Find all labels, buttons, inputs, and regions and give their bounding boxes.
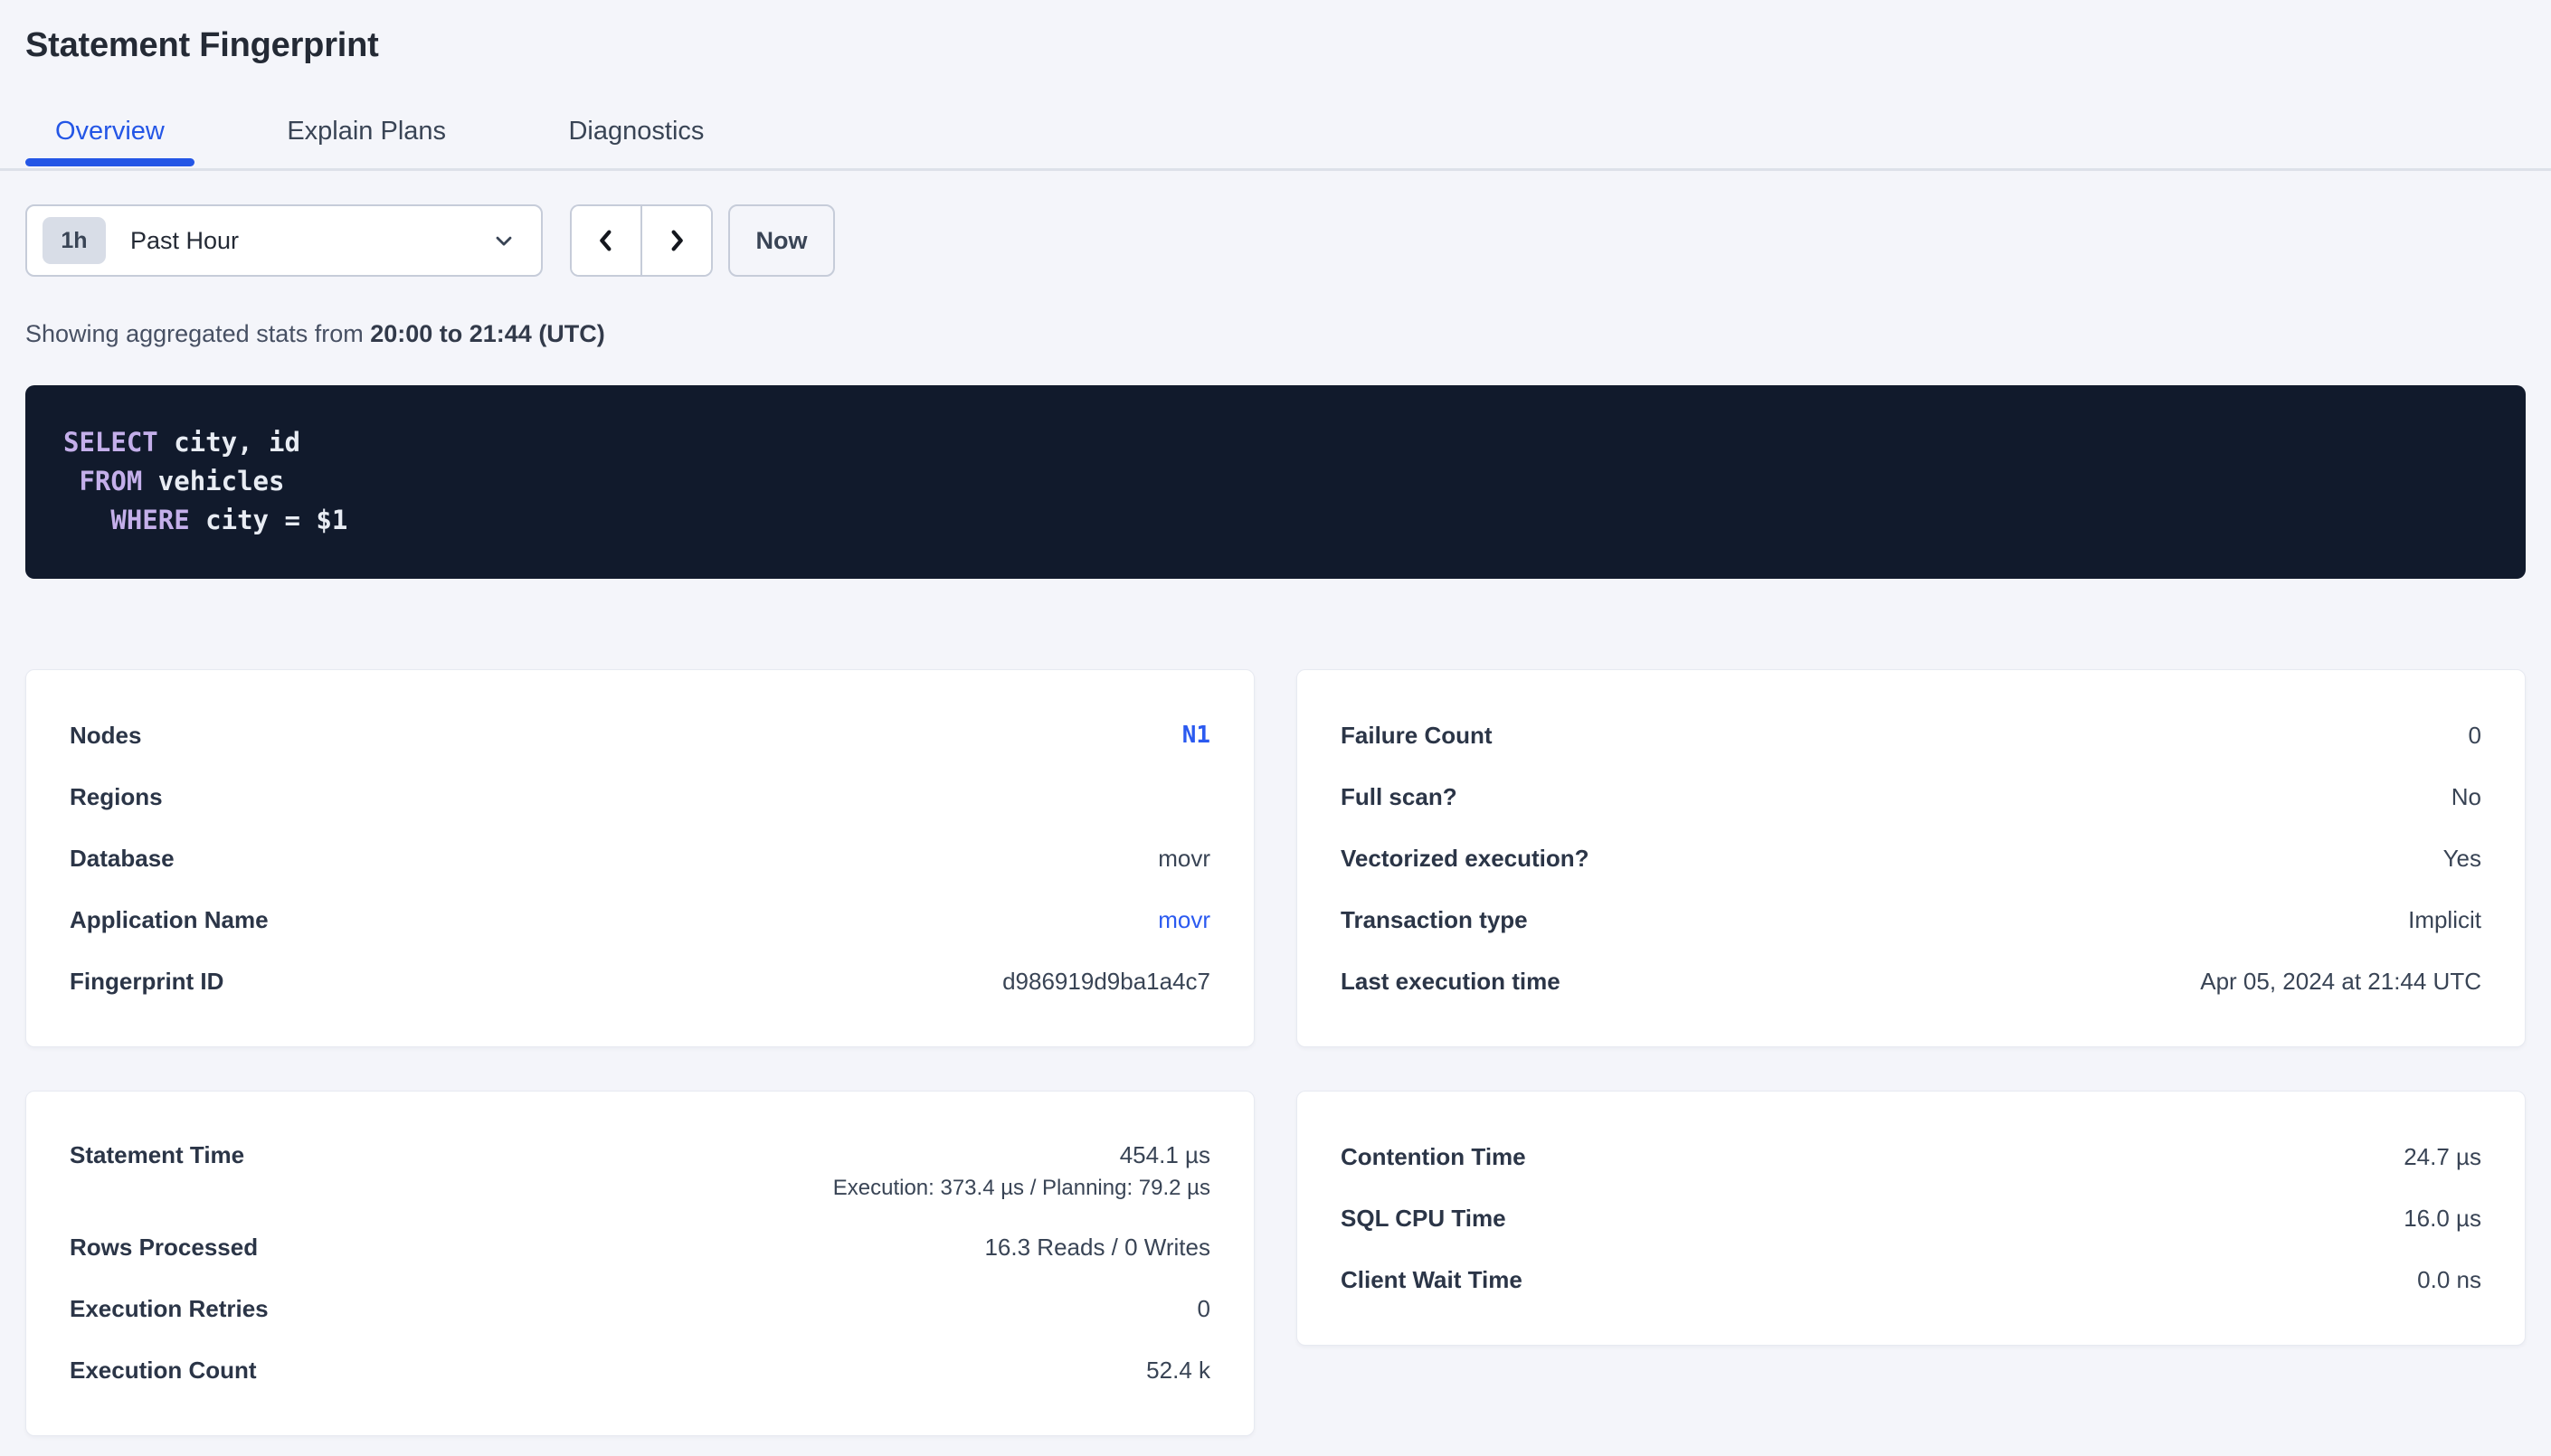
row-label: Full scan? — [1341, 783, 1457, 811]
row-label: Last execution time — [1341, 968, 1560, 996]
summary-row-failure-count: Failure Count 0 — [1341, 704, 2481, 766]
row-label: Fingerprint ID — [70, 968, 223, 996]
time-range-label: Past Hour — [130, 227, 239, 255]
row-label: Regions — [70, 783, 163, 811]
summary-row-execution-retries: Execution Retries 0 — [70, 1278, 1210, 1339]
aggregated-stats-prefix: Showing aggregated stats from — [25, 320, 370, 347]
tab-diagnostics[interactable]: Diagnostics — [538, 96, 734, 166]
row-label: Statement Time — [70, 1141, 244, 1169]
row-value: 0 — [1198, 1295, 1210, 1323]
row-label: Client Wait Time — [1341, 1266, 1522, 1294]
execution-attributes-card: Failure Count 0 Full scan? No Vectorized… — [1296, 669, 2526, 1047]
row-value: 52.4 k — [1146, 1357, 1210, 1385]
statement-details-card: Nodes N1 Regions Database movr Applicati… — [25, 669, 1255, 1047]
chevron-down-icon — [491, 228, 517, 253]
statement-time-breakdown: Execution: 373.4 µs / Planning: 79.2 µs — [70, 1176, 1210, 1201]
chevron-left-icon — [592, 226, 621, 255]
row-value: Implicit — [2408, 906, 2481, 934]
now-button[interactable]: Now — [728, 204, 835, 277]
row-value: Yes — [2443, 845, 2481, 873]
summary-row-statement-time: Statement Time 454.1 µs Execution: 373.4… — [70, 1126, 1210, 1216]
time-range-badge: 1h — [43, 217, 106, 264]
tab-overview-label: Overview — [55, 117, 165, 146]
row-label: Application Name — [70, 906, 269, 934]
row-value: 16.3 Reads / 0 Writes — [984, 1234, 1210, 1262]
summary-row-rows-processed: Rows Processed 16.3 Reads / 0 Writes — [70, 1216, 1210, 1278]
active-tab-underline — [25, 158, 194, 166]
row-label: Rows Processed — [70, 1234, 258, 1262]
tab-overview[interactable]: Overview — [25, 96, 194, 166]
row-label: Transaction type — [1341, 906, 1528, 934]
row-label: SQL CPU Time — [1341, 1205, 1506, 1233]
sql-line: FROM vehicles — [63, 462, 2488, 501]
row-value: 24.7 µs — [2404, 1143, 2481, 1171]
row-label: Nodes — [70, 722, 141, 750]
next-interval-button[interactable] — [642, 206, 711, 275]
summary-row-fingerprint-id: Fingerprint ID d986919d9ba1a4c7 — [70, 950, 1210, 1012]
row-label: Execution Retries — [70, 1295, 269, 1323]
time-step-buttons — [570, 204, 713, 277]
application-name-link[interactable]: movr — [1158, 906, 1210, 934]
summary-row-last-execution-time: Last execution time Apr 05, 2024 at 21:4… — [1341, 950, 2481, 1012]
previous-interval-button[interactable] — [572, 206, 642, 275]
sql-keyword: FROM — [79, 466, 142, 496]
summary-row-full-scan: Full scan? No — [1341, 766, 2481, 827]
chevron-right-icon — [662, 226, 691, 255]
summary-row-vectorized: Vectorized execution? Yes — [1341, 827, 2481, 889]
time-range-dropdown[interactable]: 1h Past Hour — [25, 204, 543, 277]
row-value: Apr 05, 2024 at 21:44 UTC — [2200, 968, 2481, 996]
tab-explain-plans[interactable]: Explain Plans — [257, 96, 476, 166]
summary-row-nodes: Nodes N1 — [70, 704, 1210, 766]
summary-cards-bottom: Statement Time 454.1 µs Execution: 373.4… — [25, 1091, 2526, 1436]
tab-diagnostics-label: Diagnostics — [568, 117, 704, 146]
row-label: Execution Count — [70, 1357, 257, 1385]
sql-line: WHERE city = $1 — [63, 501, 2488, 540]
page-title: Statement Fingerprint — [25, 0, 2526, 65]
sql-keyword: WHERE — [110, 505, 189, 535]
summary-row-execution-count: Execution Count 52.4 k — [70, 1339, 1210, 1401]
aggregated-stats-range: 20:00 to 21:44 (UTC) — [370, 320, 605, 347]
row-label: Database — [70, 845, 175, 873]
row-value: 16.0 µs — [2404, 1205, 2481, 1233]
tabs: Overview Explain Plans Diagnostics — [0, 96, 2551, 175]
nodes-link[interactable]: N1 — [1182, 722, 1210, 749]
row-label: Vectorized execution? — [1341, 845, 1589, 873]
summary-row-sql-cpu-time: SQL CPU Time 16.0 µs — [1341, 1187, 2481, 1249]
summary-row-regions: Regions — [70, 766, 1210, 827]
tab-explain-plans-label: Explain Plans — [287, 117, 446, 146]
row-value: 0 — [2469, 722, 2481, 750]
row-value: 0.0 ns — [2417, 1266, 2481, 1294]
row-value: movr — [1158, 845, 1210, 873]
wait-time-stats-card: Contention Time 24.7 µs SQL CPU Time 16.… — [1296, 1091, 2526, 1346]
summary-row-application-name: Application Name movr — [70, 889, 1210, 950]
summary-row-client-wait-time: Client Wait Time 0.0 ns — [1341, 1249, 2481, 1310]
summary-row-database: Database movr — [70, 827, 1210, 889]
row-value: No — [2451, 783, 2481, 811]
time-picker-row: 1h Past Hour — [25, 204, 2526, 277]
summary-row-contention-time: Contention Time 24.7 µs — [1341, 1126, 2481, 1187]
row-value: d986919d9ba1a4c7 — [1002, 968, 1210, 996]
row-value: 454.1 µs — [1120, 1141, 1210, 1169]
aggregated-stats-caption: Showing aggregated stats from 20:00 to 2… — [25, 320, 2526, 347]
row-label: Contention Time — [1341, 1143, 1526, 1171]
summary-cards-top: Nodes N1 Regions Database movr Applicati… — [25, 669, 2526, 1047]
statement-stats-card: Statement Time 454.1 µs Execution: 373.4… — [25, 1091, 1255, 1436]
sql-line: SELECT city, id — [63, 423, 2488, 462]
summary-row-transaction-type: Transaction type Implicit — [1341, 889, 2481, 950]
sql-keyword: SELECT — [63, 427, 158, 458]
row-label: Failure Count — [1341, 722, 1493, 750]
tabs-divider — [0, 168, 2551, 171]
sql-statement: SELECT city, id FROM vehicles WHERE city… — [25, 385, 2526, 579]
